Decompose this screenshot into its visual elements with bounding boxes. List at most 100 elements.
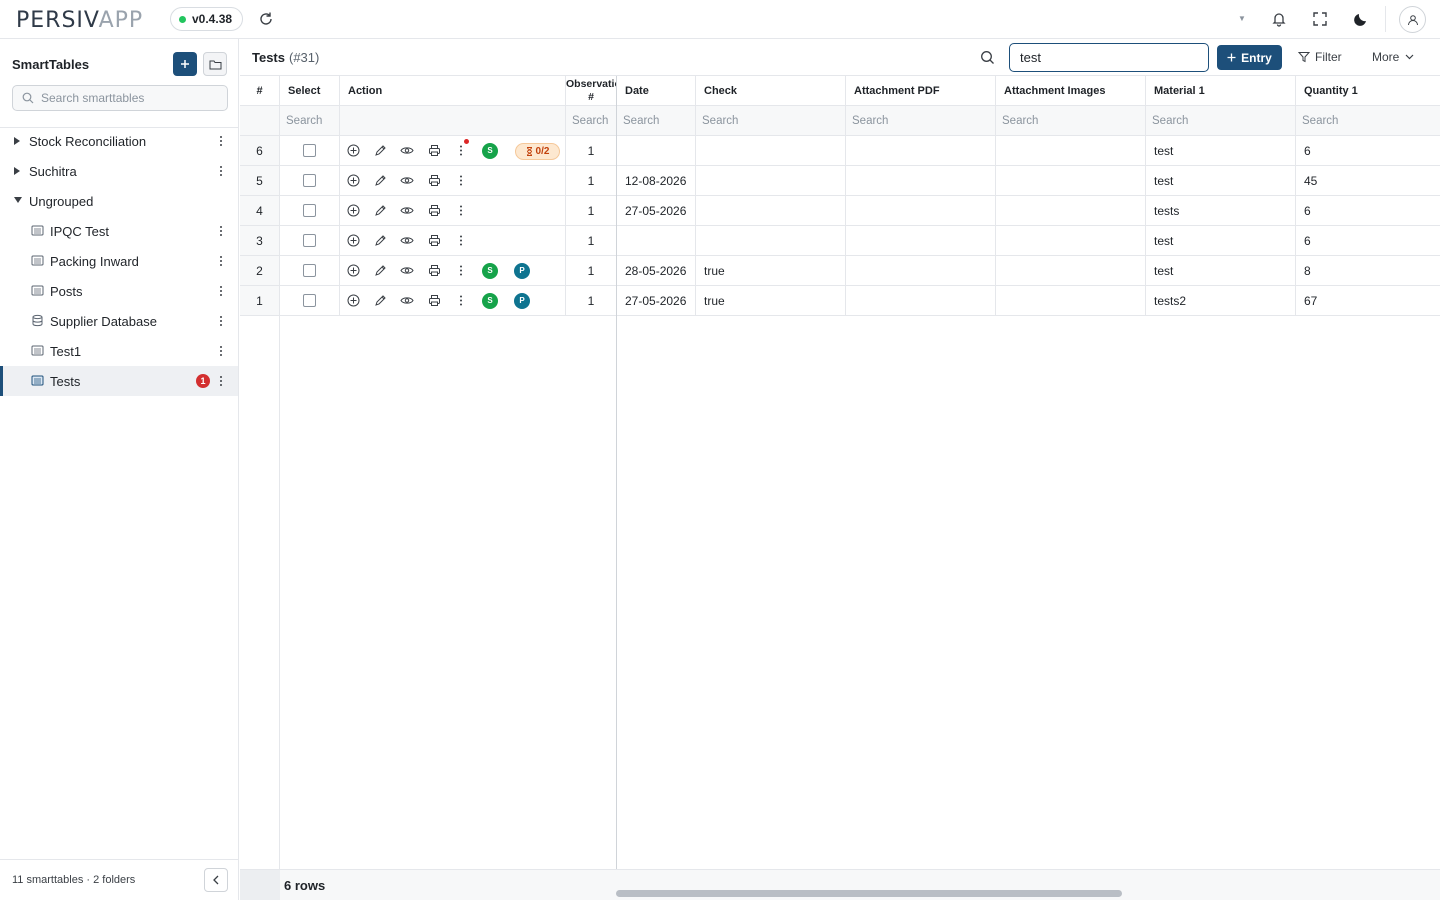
group-suchitra[interactable]: Suchitra (0, 156, 238, 186)
edit-pencil-icon[interactable] (374, 174, 387, 187)
group-ungrouped[interactable]: Ungrouped (0, 186, 238, 216)
column-header-observation[interactable]: Observation # (566, 76, 617, 106)
kebab-menu-icon[interactable] (219, 254, 223, 268)
cell-quantity-1[interactable]: 6 (1296, 196, 1440, 226)
cell-observation[interactable]: 1 (566, 166, 617, 196)
add-circle-icon[interactable] (347, 294, 360, 307)
eye-icon[interactable] (400, 294, 414, 307)
kebab-menu-icon[interactable] (219, 344, 223, 358)
cell-quantity-1[interactable]: 45 (1296, 166, 1440, 196)
horizontal-scrollbar[interactable] (616, 890, 1122, 897)
printer-icon[interactable] (428, 174, 441, 187)
kebab-menu-icon[interactable] (459, 264, 463, 277)
filter-input-attachment-pdf[interactable] (846, 106, 995, 135)
eye-icon[interactable] (400, 204, 414, 217)
user-avatar[interactable] (1399, 6, 1426, 33)
more-button[interactable]: More (1372, 50, 1414, 64)
cell-material-1[interactable]: tests (1146, 196, 1296, 226)
printer-icon[interactable] (428, 234, 441, 247)
column-header-attachment-pdf[interactable]: Attachment PDF (846, 76, 996, 106)
cell-observation[interactable]: 1 (566, 196, 617, 226)
column-header-select[interactable]: Select (280, 76, 340, 106)
cell-quantity-1[interactable]: 8 (1296, 256, 1440, 286)
cell-material-1[interactable]: test (1146, 256, 1296, 286)
cell-check[interactable]: true (696, 286, 846, 316)
kebab-menu-icon[interactable] (459, 144, 463, 157)
status-avatar-p[interactable]: P (514, 293, 530, 309)
dark-mode-icon[interactable] (1353, 11, 1369, 27)
column-header-material-1[interactable]: Material 1 (1146, 76, 1296, 106)
cell-observation[interactable]: 1 (566, 286, 617, 316)
edit-pencil-icon[interactable] (374, 144, 387, 157)
cell-date[interactable] (617, 226, 696, 256)
row-checkbox[interactable] (303, 294, 316, 307)
cell-material-1[interactable]: tests2 (1146, 286, 1296, 316)
dropdown-caret-icon[interactable]: ▼ (1238, 14, 1246, 23)
add-smarttable-button[interactable] (173, 52, 197, 76)
eye-icon[interactable] (400, 174, 414, 187)
printer-icon[interactable] (428, 264, 441, 277)
cell-material-1[interactable]: test (1146, 136, 1296, 166)
cell-date[interactable]: 12-08-2026 (617, 166, 696, 196)
cell-date[interactable]: 27-05-2026 (617, 286, 696, 316)
printer-icon[interactable] (428, 144, 441, 157)
cell-check[interactable] (696, 226, 846, 256)
add-circle-icon[interactable] (347, 204, 360, 217)
kebab-menu-icon[interactable] (459, 174, 463, 187)
caret-right-icon[interactable] (14, 137, 20, 145)
kebab-menu-icon[interactable] (219, 284, 223, 298)
search-icon[interactable] (980, 50, 995, 65)
filter-input-observation[interactable] (566, 106, 616, 135)
refresh-icon[interactable] (258, 11, 274, 27)
filter-input-quantity-1[interactable] (1296, 106, 1440, 135)
filter-input-select[interactable] (280, 106, 339, 135)
row-checkbox[interactable] (303, 234, 316, 247)
eye-icon[interactable] (400, 144, 414, 157)
status-avatar-s[interactable]: S (482, 263, 498, 279)
kebab-menu-icon[interactable] (219, 314, 223, 328)
sidebar-item-test1[interactable]: Test1 (0, 336, 238, 366)
status-avatar-p[interactable]: P (514, 263, 530, 279)
column-header-date[interactable]: Date (617, 76, 696, 106)
row-checkbox[interactable] (303, 174, 316, 187)
cell-check[interactable] (696, 136, 846, 166)
edit-pencil-icon[interactable] (374, 204, 387, 217)
add-circle-icon[interactable] (347, 144, 360, 157)
filter-input-date[interactable] (617, 106, 695, 135)
cell-quantity-1[interactable]: 6 (1296, 226, 1440, 256)
sidebar-item-ipqc-test[interactable]: IPQC Test (0, 216, 238, 246)
kebab-menu-icon[interactable] (459, 294, 463, 307)
cell-observation[interactable]: 1 (566, 136, 617, 166)
filter-input-check[interactable] (696, 106, 845, 135)
kebab-menu-icon[interactable] (219, 164, 223, 178)
sidebar-item-posts[interactable]: Posts (0, 276, 238, 306)
table-search-input[interactable] (1009, 43, 1209, 72)
cell-observation[interactable]: 1 (566, 256, 617, 286)
cell-check[interactable] (696, 196, 846, 226)
add-circle-icon[interactable] (347, 234, 360, 247)
eye-icon[interactable] (400, 264, 414, 277)
cell-quantity-1[interactable]: 6 (1296, 136, 1440, 166)
cell-date[interactable]: 27-05-2026 (617, 196, 696, 226)
add-folder-button[interactable] (203, 52, 227, 76)
add-circle-icon[interactable] (347, 264, 360, 277)
row-checkbox[interactable] (303, 264, 316, 277)
caret-down-icon[interactable] (14, 197, 22, 203)
status-avatar-s[interactable]: S (482, 143, 498, 159)
add-entry-button[interactable]: Entry (1217, 45, 1282, 70)
column-header-check[interactable]: Check (696, 76, 846, 106)
sidebar-item-packing-inward[interactable]: Packing Inward (0, 246, 238, 276)
sidebar-search-input[interactable] (41, 86, 221, 110)
fullscreen-icon[interactable] (1312, 11, 1328, 27)
filter-input-attachment-images[interactable] (996, 106, 1145, 135)
kebab-menu-icon[interactable] (219, 374, 223, 388)
bell-icon[interactable] (1271, 11, 1287, 27)
cell-date[interactable]: 28-05-2026 (617, 256, 696, 286)
app-logo[interactable]: PERSIVAPP (16, 8, 143, 33)
caret-right-icon[interactable] (14, 167, 20, 175)
edit-pencil-icon[interactable] (374, 264, 387, 277)
cell-material-1[interactable]: test (1146, 226, 1296, 256)
cell-quantity-1[interactable]: 67 (1296, 286, 1440, 316)
printer-icon[interactable] (428, 294, 441, 307)
approval-pending-badge[interactable]: 0/2 (515, 143, 560, 160)
